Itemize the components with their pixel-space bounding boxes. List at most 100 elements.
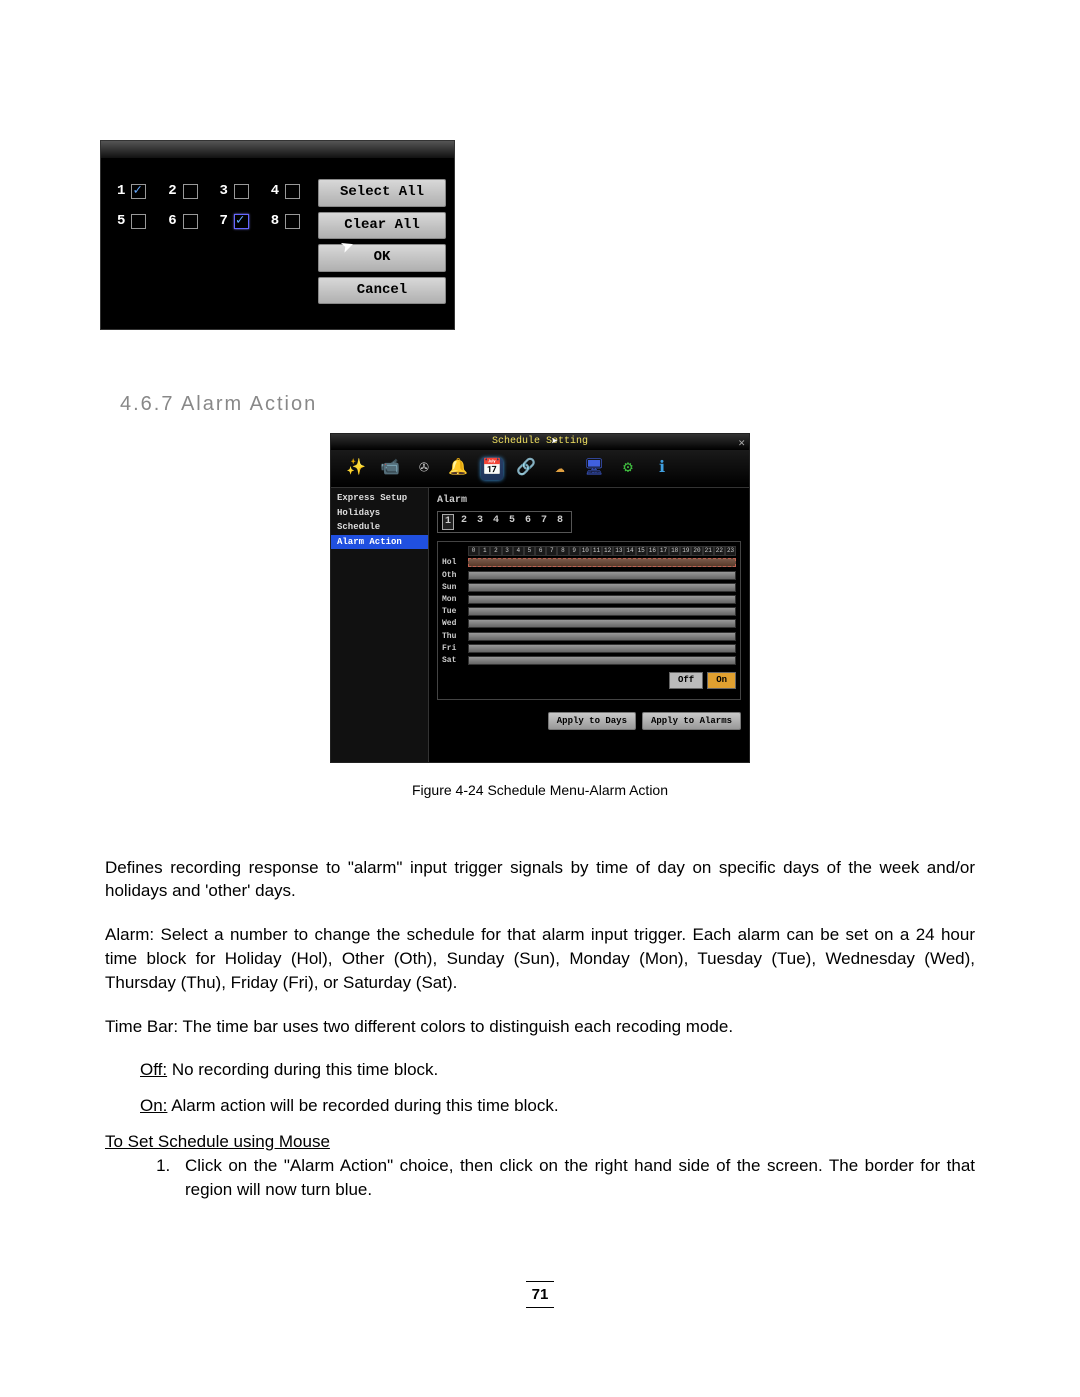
alarm-tab-8[interactable]: 8 xyxy=(554,514,566,530)
day-timebar[interactable] xyxy=(468,571,736,580)
hour-header-cell: 16 xyxy=(647,546,658,556)
channel-checkbox-1[interactable]: 1 xyxy=(117,182,154,202)
cancel-button[interactable]: Cancel xyxy=(318,277,446,305)
day-timebar[interactable] xyxy=(468,607,736,616)
paragraph-timebar: Time Bar: The time bar uses two differen… xyxy=(105,1015,975,1039)
hour-header-cell: 11 xyxy=(591,546,602,556)
close-icon[interactable]: ✕ xyxy=(738,436,745,452)
day-timebar[interactable] xyxy=(468,583,736,592)
schedule-grid[interactable]: 01234567891011121314151617181920212223 H… xyxy=(437,541,741,700)
sidebar-item[interactable]: Schedule xyxy=(331,520,428,535)
hour-header-cell: 3 xyxy=(502,546,513,556)
page-number: 71 xyxy=(105,1281,975,1308)
channel-label: 4 xyxy=(271,182,279,202)
hour-header-row: 01234567891011121314151617181920212223 xyxy=(468,546,736,556)
day-label: Sat xyxy=(442,655,468,666)
hour-header-cell: 4 xyxy=(513,546,524,556)
channel-checkbox-4[interactable]: 4 xyxy=(271,182,308,202)
section-heading: 4.6.7 Alarm Action xyxy=(120,390,975,418)
channel-label: 6 xyxy=(168,212,176,232)
storage-icon[interactable]: ☁ xyxy=(549,458,571,480)
figure-caption: Figure 4-24 Schedule Menu-Alarm Action xyxy=(105,781,975,801)
channel-checkbox-5[interactable]: 5 xyxy=(117,212,154,232)
alarm-tab-1[interactable]: 1 xyxy=(442,514,454,530)
apply-button-row: Apply to Days Apply to Alarms xyxy=(437,712,741,731)
day-row-fri: Fri xyxy=(442,643,736,654)
day-row-thu: Thu xyxy=(442,631,736,642)
channel-checkbox-8[interactable]: 8 xyxy=(271,212,308,232)
apply-to-alarms-button[interactable]: Apply to Alarms xyxy=(642,712,741,731)
apply-to-days-button[interactable]: Apply to Days xyxy=(548,712,636,731)
channel-checkbox-7[interactable]: 7 xyxy=(220,212,257,232)
day-timebar[interactable] xyxy=(468,656,736,665)
hour-header-cell: 15 xyxy=(636,546,647,556)
info-icon[interactable]: ℹ xyxy=(651,458,673,480)
alarm-tab-2[interactable]: 2 xyxy=(458,514,470,530)
clear-all-button[interactable]: Clear All xyxy=(318,212,446,240)
window-titlebar: Schedule Setting ✕ ➤ xyxy=(331,434,749,450)
alarm-tab-7[interactable]: 7 xyxy=(538,514,550,530)
hour-header-cell: 23 xyxy=(725,546,736,556)
day-timebar[interactable] xyxy=(468,644,736,653)
hour-header-cell: 21 xyxy=(703,546,714,556)
hour-header-cell: 7 xyxy=(546,546,557,556)
checkbox-icon[interactable] xyxy=(234,184,249,199)
channel-label: 1 xyxy=(117,182,125,202)
checkbox-icon[interactable] xyxy=(285,184,300,199)
channel-checkbox-6[interactable]: 6 xyxy=(168,212,205,232)
hour-header-cell: 14 xyxy=(624,546,635,556)
day-timebar[interactable] xyxy=(468,558,736,567)
display-icon[interactable]: 🖥 xyxy=(583,458,605,480)
day-row-tue: Tue xyxy=(442,606,736,617)
sidebar-item[interactable]: Holidays xyxy=(331,506,428,521)
channel-checkbox-grid: 1 234 5 6 7 8 xyxy=(109,179,308,304)
line-off: Off: No recording during this time block… xyxy=(140,1058,975,1082)
channel-label: 7 xyxy=(220,212,228,232)
window-body: Express SetupHolidaysScheduleAlarm Actio… xyxy=(331,488,749,762)
channel-checkbox-3[interactable]: 3 xyxy=(220,182,257,202)
alarm-tab-3[interactable]: 3 xyxy=(474,514,486,530)
day-row-mon: Mon xyxy=(442,594,736,605)
hour-header-cell: 18 xyxy=(669,546,680,556)
hour-header-cell: 0 xyxy=(468,546,479,556)
legend-on: On xyxy=(707,672,736,689)
channel-checkbox-2[interactable]: 2 xyxy=(168,182,205,202)
reel-icon[interactable]: ✇ xyxy=(413,458,435,480)
day-row-oth: Oth xyxy=(442,570,736,581)
schedule-setting-window: Schedule Setting ✕ ➤ ✨ 📹 ✇ 🔔 📅 🔗 ☁ 🖥 ⚙ ℹ Express … xyxy=(330,433,750,763)
network-icon[interactable]: 🔗 xyxy=(515,458,537,480)
ok-button[interactable]: OK xyxy=(318,244,446,272)
day-timebar[interactable] xyxy=(468,619,736,628)
checkbox-icon[interactable] xyxy=(183,214,198,229)
day-row-wed: Wed xyxy=(442,618,736,629)
sidebar-item[interactable]: Alarm Action xyxy=(331,535,428,550)
checkbox-icon[interactable] xyxy=(234,214,249,229)
checkbox-icon[interactable] xyxy=(131,184,146,199)
wand-icon[interactable]: ✨ xyxy=(345,458,367,480)
alarm-tab-6[interactable]: 6 xyxy=(522,514,534,530)
day-label: Wed xyxy=(442,618,468,629)
alarm-tab-5[interactable]: 5 xyxy=(506,514,518,530)
bell-icon[interactable]: 🔔 xyxy=(447,458,469,480)
alarm-label: Alarm xyxy=(437,494,741,508)
paragraph-intro: Defines recording response to "alarm" in… xyxy=(105,856,975,904)
hour-header-cell: 13 xyxy=(613,546,624,556)
toolbar: ✨ 📹 ✇ 🔔 📅 🔗 ☁ 🖥 ⚙ ℹ xyxy=(331,450,749,488)
checkbox-icon[interactable] xyxy=(183,184,198,199)
sidebar-item[interactable]: Express Setup xyxy=(331,491,428,506)
schedule-icon[interactable]: 📅 xyxy=(481,458,503,480)
alarm-tab-4[interactable]: 4 xyxy=(490,514,502,530)
channel-label: 5 xyxy=(117,212,125,232)
select-all-button[interactable]: Select All xyxy=(318,179,446,207)
main-panel: Alarm 12345678 0123456789101112131415161… xyxy=(429,488,749,762)
day-timebar[interactable] xyxy=(468,595,736,604)
day-label: Sun xyxy=(442,582,468,593)
channel-label: 8 xyxy=(271,212,279,232)
sidebar: Express SetupHolidaysScheduleAlarm Actio… xyxy=(331,488,429,762)
checkbox-icon[interactable] xyxy=(285,214,300,229)
settings-icon[interactable]: ⚙ xyxy=(617,458,639,480)
hour-header-cell: 10 xyxy=(580,546,591,556)
day-timebar[interactable] xyxy=(468,632,736,641)
checkbox-icon[interactable] xyxy=(131,214,146,229)
camera-icon[interactable]: 📹 xyxy=(379,458,401,480)
